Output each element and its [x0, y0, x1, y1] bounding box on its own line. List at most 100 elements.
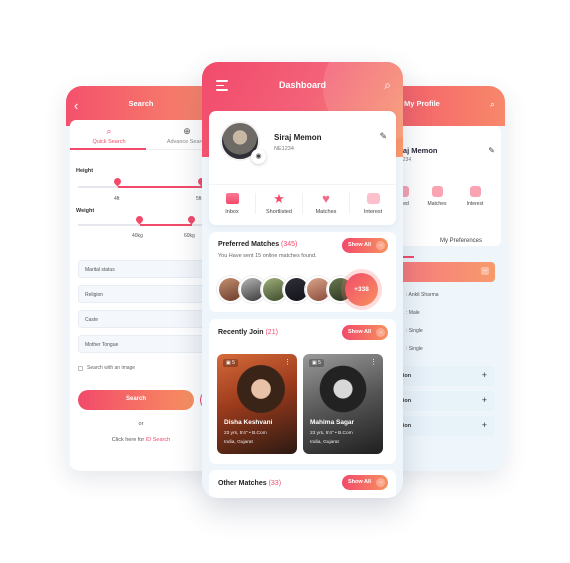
interest-icon — [366, 193, 380, 204]
quick-inbox-label: Inbox — [225, 209, 239, 215]
other-matches-count: (33) — [268, 480, 282, 487]
arrow-right-icon: → — [376, 478, 385, 487]
match-meta: 23 yrs, 5'4" • B.Com — [224, 431, 267, 436]
dashboard-title: Dashboard — [278, 80, 326, 90]
quick-shortlisted-label: Shortlisted — [266, 209, 292, 215]
weight-max-handle[interactable] — [186, 214, 197, 225]
heart-icon: ♥ — [322, 191, 330, 206]
weight-min-label: 40kg — [132, 233, 143, 239]
search-button[interactable]: Search — [78, 390, 194, 410]
more-matches-badge[interactable]: +338 — [345, 273, 378, 306]
checkbox-box[interactable] — [78, 365, 83, 371]
match-location: India, Gujarat — [310, 440, 339, 445]
arrow-right-icon: → — [376, 241, 385, 250]
height-min-handle[interactable] — [112, 176, 123, 187]
detail-gender: : Male — [406, 310, 420, 316]
arrow-right-icon: → — [376, 328, 385, 337]
preferred-matches-title: Preferred Matches — [218, 241, 280, 248]
weight-label: Weight — [76, 208, 95, 214]
quick-shortlisted[interactable]: ★ Shortlisted — [256, 192, 303, 215]
plus-icon[interactable]: + — [482, 395, 487, 405]
photo-count: 5 — [232, 360, 235, 366]
recently-join-title: Recently Join — [218, 329, 264, 336]
search-title: Search — [128, 99, 154, 108]
recently-join-section: Recently Join (21) Show All → ▣ 5 ⋮ Dish… — [209, 319, 396, 464]
detail-name: : Ankit Sharma — [406, 292, 439, 298]
profile-card: ◉ Siraj Memon NE1234 ✎ Inbox ★ Shortlist… — [209, 111, 396, 225]
profile-title: My Profile — [404, 99, 440, 108]
photo-count: 5 — [318, 360, 321, 366]
other-matches-section: Other Matches (33) Show All → — [209, 470, 396, 498]
interest-icon — [469, 186, 481, 197]
weight-max-label: 60kg — [184, 233, 195, 239]
heart-icon — [431, 186, 443, 197]
height-range — [118, 186, 202, 188]
more-options-icon[interactable]: ⋮ — [284, 358, 291, 366]
weight-min-handle[interactable] — [134, 214, 145, 225]
click-here-text: Click here for — [111, 437, 145, 443]
recently-join-count: (21) — [265, 329, 278, 336]
match-card[interactable]: ▣ 5 ⋮ Mahima Sagar 23 yrs, 5'4" • B.Com … — [303, 354, 383, 454]
search-card: ⌕ Quick Search ⊕ Advance Search Height 4… — [70, 120, 216, 471]
quick-matches[interactable]: Matches — [422, 186, 452, 207]
quick-matches-label: Matches — [315, 209, 337, 215]
search-screen: ‹ Search ⌕ Quick Search ⊕ Advance Search… — [66, 86, 216, 471]
search-icon[interactable]: ⌕ — [490, 99, 495, 110]
quick-interest[interactable]: Interest — [460, 186, 490, 207]
camera-icon[interactable]: ◉ — [251, 149, 266, 164]
other-matches-heading: Other Matches (33) — [218, 480, 281, 487]
id-search-prompt: Click here for ID Search — [70, 437, 212, 443]
preferred-matches-heading: Preferred Matches (345) — [218, 241, 297, 248]
search-icon[interactable]: ⌕ — [384, 78, 391, 93]
match-name: Disha Keshvani — [224, 419, 273, 426]
edit-icon[interactable]: ✎ — [488, 146, 495, 155]
plus-icon[interactable]: + — [482, 370, 487, 380]
height-label: Height — [76, 168, 94, 174]
other-matches-title: Other Matches — [218, 480, 267, 487]
minus-icon[interactable]: – — [481, 267, 489, 275]
photo-count-badge: ▣ 5 — [223, 359, 238, 367]
edit-icon[interactable]: ✎ — [379, 131, 387, 142]
marital-status-select[interactable]: Marital status — [78, 260, 216, 278]
match-card[interactable]: ▣ 5 ⋮ Disha Keshvani 23 yrs, 5'4" • B.Co… — [217, 354, 297, 454]
dashboard-screen: Dashboard ⌕ ◉ Siraj Memon NE1234 ✎ Inbox… — [202, 62, 403, 498]
quick-interest[interactable]: Interest — [350, 193, 396, 215]
plus-icon[interactable]: + — [482, 420, 487, 430]
tab-quick-search[interactable]: ⌕ Quick Search — [70, 120, 148, 149]
tab-my-preferences[interactable]: My Preferences — [440, 238, 482, 244]
match-name: Mahima Sagar — [310, 419, 355, 426]
search-tabs: ⌕ Quick Search ⊕ Advance Search — [70, 120, 216, 150]
height-min-label: 4ft — [114, 196, 120, 202]
preferred-matches-count: (345) — [281, 241, 298, 248]
quick-matches[interactable]: ♥ Matches — [303, 191, 350, 215]
show-all-label: Show All — [348, 242, 372, 248]
more-options-icon[interactable]: ⋮ — [370, 358, 377, 366]
recent-show-all-button[interactable]: Show All → — [342, 325, 388, 340]
search-with-image-checkbox[interactable]: Search with an image — [78, 365, 135, 371]
quick-interest-label: Interest — [466, 201, 484, 207]
quick-inbox[interactable]: Inbox — [209, 193, 256, 215]
profile-name: Siraj Memon — [274, 133, 322, 142]
preferred-show-all-button[interactable]: Show All → — [342, 238, 388, 253]
religion-select[interactable]: Religion — [78, 285, 216, 303]
active-tab-indicator — [70, 148, 146, 150]
preferred-matches-section: Preferred Matches (345) You Have sent 15… — [209, 232, 396, 312]
search-with-image-label: Search with an image — [87, 365, 136, 371]
tab-quick-search-label: Quick Search — [92, 139, 126, 145]
or-text: or — [138, 421, 144, 427]
mother-tongue-select[interactable]: Mother Tongue — [78, 335, 216, 353]
recently-join-heading: Recently Join (21) — [218, 329, 278, 336]
quick-actions: Inbox ★ Shortlisted ♥ Matches Interest — [209, 184, 396, 215]
weight-range — [140, 224, 192, 226]
quick-matches-label: Matches — [427, 201, 447, 207]
quick-interest-label: Interest — [363, 209, 383, 215]
other-show-all-button[interactable]: Show All → — [342, 475, 388, 490]
height-max-label: 5ft — [196, 196, 202, 202]
search-icon: ⌕ — [106, 126, 112, 136]
detail-status-2: : Single — [406, 346, 423, 352]
detail-status: : Single — [406, 328, 423, 334]
caste-select[interactable]: Caste — [78, 310, 216, 328]
id-search-link[interactable]: ID Search — [146, 437, 170, 443]
show-all-label: Show All — [348, 479, 372, 485]
inbox-icon — [225, 193, 239, 204]
